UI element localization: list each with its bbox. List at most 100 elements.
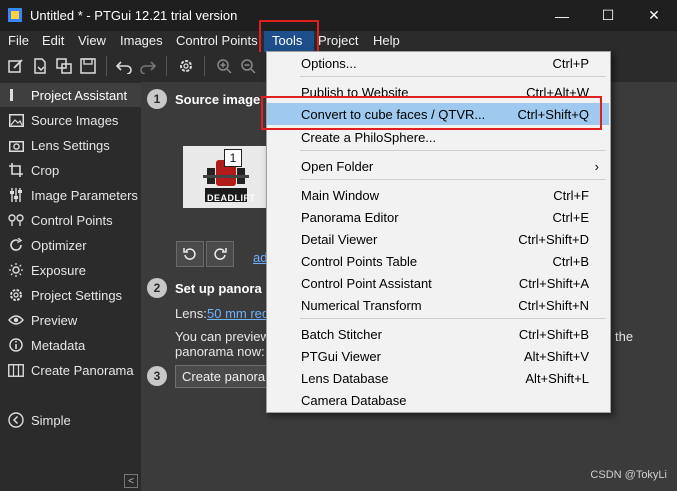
maximize-button[interactable]: ☐ bbox=[585, 0, 631, 31]
annotation-box-convert bbox=[261, 96, 602, 130]
menu-item-control-points-table[interactable]: Control Points Table Ctrl+B bbox=[267, 250, 609, 272]
menu-item-shortcut: Ctrl+E bbox=[552, 209, 589, 225]
menu-item-numerical-transform[interactable]: Numerical Transform Ctrl+Shift+N bbox=[267, 294, 609, 316]
sidebar-item-preview[interactable]: Preview bbox=[0, 308, 141, 332]
menu-item-open-folder[interactable]: Open Folder › bbox=[267, 155, 609, 177]
menu-images[interactable]: Images bbox=[120, 33, 163, 48]
menu-control-points[interactable]: Control Points bbox=[176, 33, 258, 48]
undo-icon[interactable] bbox=[114, 56, 134, 76]
minimize-button[interactable]: — bbox=[539, 0, 585, 31]
collapse-sidebar-button[interactable]: < bbox=[124, 474, 138, 488]
menu-item-label: Options... bbox=[301, 55, 357, 71]
sidebar-item-label: Source Images bbox=[31, 112, 119, 128]
close-button[interactable]: ✕ bbox=[631, 0, 677, 31]
menu-item-camera-database[interactable]: Camera Database bbox=[267, 389, 609, 411]
menu-item-label: Camera Database bbox=[301, 392, 407, 408]
sidebar-item-label: Create Panorama bbox=[31, 362, 134, 378]
menu-item-shortcut: Alt+Shift+V bbox=[523, 348, 589, 364]
sidebar-item-label: Preview bbox=[31, 312, 78, 328]
image-icon bbox=[8, 112, 24, 128]
menu-item-lens-database[interactable]: Lens Database Alt+Shift+L bbox=[267, 367, 609, 389]
sidebar-item-exposure[interactable]: Exposure bbox=[0, 258, 141, 282]
info-icon bbox=[8, 337, 24, 353]
sidebar-item-label: Optimizer bbox=[31, 237, 87, 253]
sun-icon bbox=[8, 262, 24, 278]
sliders-icon bbox=[8, 187, 24, 203]
sidebar-item-crop[interactable]: Crop bbox=[0, 158, 141, 182]
sidebar-item-source-images[interactable]: Source Images bbox=[0, 108, 141, 132]
sidebar-item-metadata[interactable]: Metadata bbox=[0, 333, 141, 357]
menu-item-label: Panorama Editor bbox=[301, 209, 399, 225]
lens-label: Lens: bbox=[175, 306, 207, 321]
submenu-arrow-icon: › bbox=[594, 158, 599, 174]
simple-mode-label: Simple bbox=[31, 412, 71, 428]
sidebar-item-control-points[interactable]: Control Points bbox=[0, 208, 141, 232]
menu-edit[interactable]: Edit bbox=[42, 33, 64, 48]
menu-tools[interactable]: Tools bbox=[272, 33, 302, 48]
menu-item-detail-viewer[interactable]: Detail Viewer Ctrl+Shift+D bbox=[267, 228, 609, 250]
menu-item-panorama-editor[interactable]: Panorama Editor Ctrl+E bbox=[267, 206, 609, 228]
sidebar-item-label: Control Points bbox=[31, 212, 113, 228]
sidebar-item-label: Project Assistant bbox=[31, 87, 128, 103]
step-number: 1 bbox=[147, 89, 167, 109]
simple-mode-toggle[interactable]: Simple bbox=[0, 408, 141, 432]
import-icon[interactable] bbox=[30, 56, 50, 76]
rotate-right-icon bbox=[214, 248, 227, 260]
maximize-icon: ☐ bbox=[601, 7, 615, 23]
menu-item-label: Lens Database bbox=[301, 370, 389, 386]
camera-icon bbox=[8, 137, 24, 153]
rotate-left-button[interactable] bbox=[176, 241, 204, 267]
sidebar-item-project-settings[interactable]: Project Settings bbox=[0, 283, 141, 307]
toolbar-divider bbox=[106, 56, 107, 76]
rotate-left-icon bbox=[183, 248, 196, 260]
menu-item-shortcut: Ctrl+P bbox=[552, 55, 589, 71]
preview-hint-line2: panorama now: bbox=[175, 344, 265, 359]
settings-icon[interactable] bbox=[176, 56, 196, 76]
sidebar-item-label: Exposure bbox=[31, 262, 86, 278]
edit-icon[interactable] bbox=[6, 56, 26, 76]
sidebar-item-project-assistant[interactable]: Project Assistant bbox=[0, 83, 141, 107]
menu-item-options[interactable]: Options... Ctrl+P bbox=[267, 52, 609, 74]
sidebar-item-lens-settings[interactable]: Lens Settings bbox=[0, 133, 141, 157]
sidebar-item-create-panorama[interactable]: Create Panorama bbox=[0, 358, 141, 382]
save-icon[interactable] bbox=[78, 56, 98, 76]
create-panorama-button[interactable]: Create panoran bbox=[175, 365, 271, 388]
menu-item-shortcut: Ctrl+F bbox=[553, 187, 589, 203]
menu-project[interactable]: Project bbox=[318, 33, 358, 48]
rotate-right-button[interactable] bbox=[206, 241, 234, 267]
zoom-in-icon[interactable] bbox=[214, 56, 234, 76]
sidebar-item-optimizer[interactable]: Optimizer bbox=[0, 233, 141, 257]
menu-item-shortcut: Ctrl+B bbox=[552, 253, 589, 269]
sidebar-item-image-parameters[interactable]: Image Parameters bbox=[0, 183, 141, 207]
zoom-out-icon[interactable] bbox=[238, 56, 258, 76]
sidebar-item-label: Image Parameters bbox=[31, 187, 138, 203]
menu-item-label: Open Folder bbox=[301, 158, 374, 174]
control-points-icon bbox=[8, 212, 24, 228]
menu-view[interactable]: View bbox=[78, 33, 106, 48]
menu-item-shortcut: Ctrl+Shift+B bbox=[518, 326, 589, 342]
redo-icon[interactable] bbox=[138, 56, 158, 76]
step-number: 2 bbox=[147, 278, 167, 298]
menu-item-main-window[interactable]: Main Window Ctrl+F bbox=[267, 184, 609, 206]
menu-separator bbox=[300, 150, 606, 151]
menu-file[interactable]: File bbox=[8, 33, 29, 48]
window-title: Untitled * - PTGui 12.21 trial version bbox=[30, 8, 238, 23]
menu-item-create-philosphere[interactable]: Create a PhiloSphere... bbox=[267, 126, 609, 148]
menu-item-ptgui-viewer[interactable]: PTGui Viewer Alt+Shift+V bbox=[267, 345, 609, 367]
image-index-badge: 1 bbox=[224, 149, 242, 167]
watermark: CSDN @TokyLi bbox=[590, 469, 667, 481]
sidebar-item-label: Crop bbox=[31, 162, 60, 178]
menu-item-shortcut: Ctrl+Shift+N bbox=[518, 297, 589, 313]
sidebar-item-label: Lens Settings bbox=[31, 137, 110, 153]
preview-hint-tail: the bbox=[615, 329, 634, 344]
menu-item-label: Control Point Assistant bbox=[301, 275, 432, 291]
menu-help[interactable]: Help bbox=[373, 33, 400, 48]
app-logo-icon bbox=[8, 8, 22, 22]
menu-item-label: Main Window bbox=[301, 187, 380, 203]
lens-link[interactable]: 50 mm rec bbox=[207, 306, 268, 321]
copy-icon[interactable] bbox=[54, 56, 74, 76]
menu-item-control-point-assistant[interactable]: Control Point Assistant Ctrl+Shift+A bbox=[267, 272, 609, 294]
menu-item-label: Detail Viewer bbox=[301, 231, 378, 247]
menu-item-batch-stitcher[interactable]: Batch Stitcher Ctrl+Shift+B bbox=[267, 323, 609, 345]
crop-icon bbox=[8, 162, 24, 178]
